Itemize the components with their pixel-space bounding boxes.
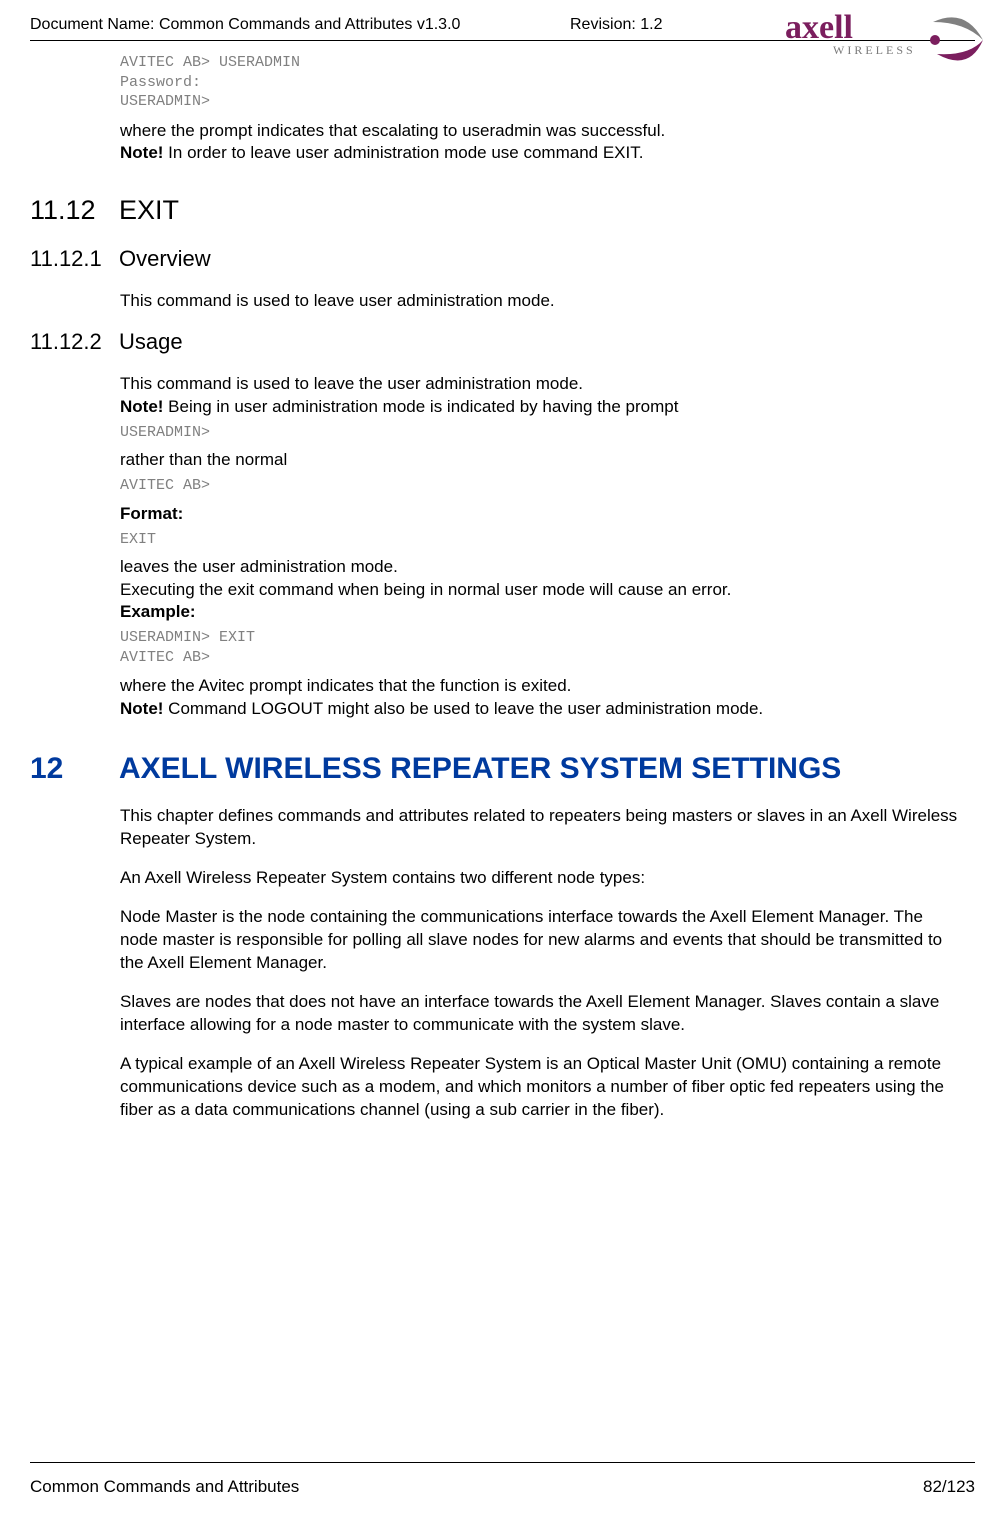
chapter-12-heading: 12 AXELL WIRELESS REPEATER SYSTEM SETTIN… xyxy=(30,751,975,787)
logo-text: axell xyxy=(785,9,853,46)
format-label: Format: xyxy=(120,503,965,526)
usage-p2: rather than the normal xyxy=(120,449,965,472)
usage-p1: This command is used to leave the user a… xyxy=(120,374,583,393)
chapter-number: 12 xyxy=(30,752,105,786)
page-header: Document Name: Common Commands and Attri… xyxy=(30,16,975,41)
code-avitec-prompt: AVITEC AB> xyxy=(120,476,965,496)
subsection-overview-heading: 11.12.1 Overview xyxy=(30,246,975,272)
subsection-title: Usage xyxy=(119,329,183,355)
brand-logo: axell WIRELESS xyxy=(785,4,1005,69)
page-content: AVITEC AB> USERADMIN Password: USERADMIN… xyxy=(30,41,975,1432)
section-title: EXIT xyxy=(119,195,179,226)
subsection-number: 11.12.2 xyxy=(30,329,105,355)
logo-subtext: WIRELESS xyxy=(833,43,916,57)
intro-note-label: Note! xyxy=(120,143,163,162)
intro-note-text: In order to leave user administration mo… xyxy=(163,143,643,162)
ch12-p3: Node Master is the node containing the c… xyxy=(120,906,965,975)
code-exit: EXIT xyxy=(120,530,965,550)
document-name: Document Name: Common Commands and Attri… xyxy=(30,16,550,34)
usage-p4: where the Avitec prompt indicates that t… xyxy=(120,676,571,695)
usage-p3a: leaves the user administration mode. xyxy=(120,557,398,576)
intro-line1: where the prompt indicates that escalati… xyxy=(120,121,665,140)
subsection-title: Overview xyxy=(119,246,211,272)
usage-note2-text: Command LOGOUT might also be used to lea… xyxy=(163,699,763,718)
ch12-p2: An Axell Wireless Repeater System contai… xyxy=(120,867,965,890)
chapter-title: AXELL WIRELESS REPEATER SYSTEM SETTINGS xyxy=(119,751,975,787)
ch12-p1: This chapter defines commands and attrib… xyxy=(120,805,965,851)
usage-note-text: Being in user administration mode is ind… xyxy=(163,397,678,416)
section-number: 11.12 xyxy=(30,195,105,226)
code-example-exit: USERADMIN> EXIT AVITEC AB> xyxy=(120,628,965,667)
ch12-p4: Slaves are nodes that does not have an i… xyxy=(120,991,965,1037)
footer-left: Common Commands and Attributes xyxy=(30,1477,299,1497)
page-footer: Common Commands and Attributes 82/123 xyxy=(30,1462,975,1497)
footer-page-number: 82/123 xyxy=(923,1477,975,1497)
example-label: Example: xyxy=(120,602,196,621)
subsection-number: 11.12.1 xyxy=(30,246,105,272)
usage-note-label: Note! xyxy=(120,397,163,416)
overview-body: This command is used to leave user admin… xyxy=(120,290,965,313)
axell-logo-icon: axell WIRELESS xyxy=(785,4,1005,64)
code-useradmin-prompt: USERADMIN> xyxy=(120,423,965,443)
usage-p3b: Executing the exit command when being in… xyxy=(120,580,731,599)
section-exit-heading: 11.12 EXIT xyxy=(30,195,975,226)
usage-note2-label: Note! xyxy=(120,699,163,718)
ch12-p5: A typical example of an Axell Wireless R… xyxy=(120,1053,965,1122)
revision-label: Revision: 1.2 xyxy=(570,16,750,34)
subsection-usage-heading: 11.12.2 Usage xyxy=(30,329,975,355)
